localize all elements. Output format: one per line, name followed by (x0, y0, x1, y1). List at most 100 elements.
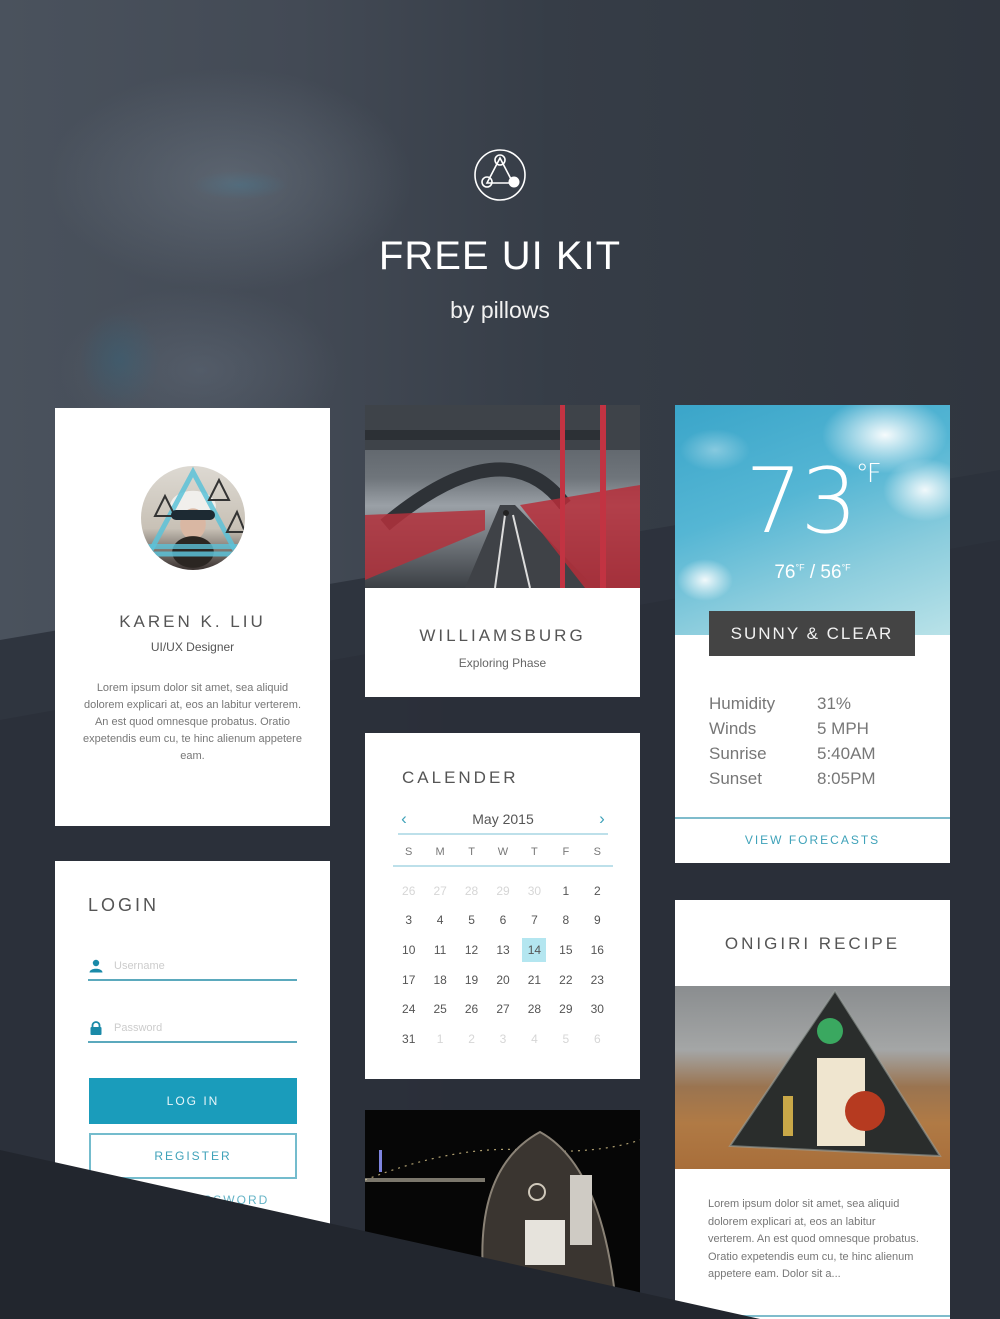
calendar-day[interactable]: 15 (550, 935, 581, 965)
bridge-photo (365, 405, 640, 588)
temperature-value: 73 (745, 449, 858, 554)
calendar-day[interactable]: 27 (424, 876, 455, 906)
weekday-label: W (497, 846, 509, 858)
profile-name: KAREN K. LIU (119, 612, 266, 631)
calendar-day[interactable]: 3 (487, 1024, 518, 1054)
stat-label: Sunrise (709, 743, 767, 763)
calendar-day[interactable]: 17 (393, 965, 424, 995)
chevron-right-icon[interactable]: › (596, 809, 608, 829)
calendar-day[interactable]: 23 (582, 965, 613, 995)
username-input[interactable] (114, 960, 284, 972)
calendar-day[interactable]: 8 (550, 906, 581, 936)
calendar-day[interactable]: 25 (424, 994, 455, 1024)
stat-value: 5:40AM (817, 743, 876, 763)
weather-condition-badge: SUNNY & CLEAR (709, 611, 915, 656)
low-temp-unit: °F (841, 562, 851, 573)
forgot-password-link[interactable]: FORGOT PASSWORD (55, 1193, 330, 1207)
calendar-day[interactable]: 30 (582, 994, 613, 1024)
page-header: FREE UI KIT by pillows (0, 148, 1000, 324)
calendar-day[interactable]: 1 (550, 876, 581, 906)
calendar-day[interactable]: 21 (519, 965, 550, 995)
recipe-body: Lorem ipsum dolor sit amet, sea aliquid … (708, 1198, 919, 1280)
location-title: WILLIAMSBURG (419, 626, 586, 645)
weather-stat-row: Humidity 31% (709, 691, 909, 716)
stat-label: Winds (709, 718, 757, 738)
calendar-day[interactable]: 26 (393, 876, 424, 906)
user-icon (89, 959, 103, 973)
calendar-day[interactable]: 29 (550, 994, 581, 1024)
recipe-divider (675, 1315, 950, 1317)
calendar-heading: CALENDER (402, 768, 519, 787)
calendar-day[interactable]: 2 (582, 876, 613, 906)
temperature-unit: °F (855, 459, 882, 489)
weather-card: 73°F 76°F / 56°F SUNNY & CLEAR Humidity 3… (675, 405, 950, 863)
low-temp: 56 (820, 562, 842, 583)
password-field[interactable] (88, 1015, 297, 1043)
calendar-day[interactable]: 2 (456, 1024, 487, 1054)
weather-divider (675, 817, 950, 819)
calendar-day[interactable]: 11 (424, 935, 455, 965)
calendar-day[interactable]: 4 (424, 906, 455, 936)
calendar-day[interactable]: 30 (519, 876, 550, 906)
onigiri-photo (675, 986, 950, 1169)
calendar-day[interactable]: 28 (519, 994, 550, 1024)
bridge-photo-illustration (365, 405, 640, 588)
calendar-day[interactable]: 5 (456, 906, 487, 936)
calendar-day[interactable]: 20 (487, 965, 518, 995)
triangle-circles-logo-icon (474, 149, 526, 201)
calendar-day[interactable]: 18 (424, 965, 455, 995)
calendar-day[interactable]: 12 (456, 935, 487, 965)
high-low-temperature: 76°F / 56°F (774, 562, 851, 583)
log-in-button[interactable]: LOG IN (89, 1078, 297, 1124)
weekday-label: S (405, 846, 413, 858)
login-card: LOGIN LOG IN REGISTER FORGOT PASSWORD (55, 861, 330, 1261)
chevron-left-icon[interactable]: ‹ (398, 809, 410, 829)
calendar-day[interactable]: 29 (487, 876, 518, 906)
calendar-day[interactable]: 5 (550, 1024, 581, 1054)
calendar-day[interactable]: 16 (582, 935, 613, 965)
onigiri-photo-illustration (728, 989, 942, 1158)
calendar-day[interactable]: 7 (519, 906, 550, 936)
weekday-label: T (468, 846, 475, 858)
calendar-day[interactable]: 19 (456, 965, 487, 995)
calendar-day[interactable]: 24 (393, 994, 424, 1024)
calendar-day[interactable]: 1 (424, 1024, 455, 1054)
register-button[interactable]: REGISTER (89, 1133, 297, 1179)
calendar-day[interactable]: 13 (487, 935, 518, 965)
weekday-label: T (531, 846, 538, 858)
calendar-day[interactable]: 6 (487, 906, 518, 936)
weather-stat-row: Sunrise 5:40AM (709, 741, 909, 766)
calendar-day[interactable]: 22 (550, 965, 581, 995)
calendar-day-selected[interactable]: 14 (522, 937, 547, 962)
location-card: WILLIAMSBURG Exploring Phase (365, 405, 640, 697)
weekday-label: F (562, 846, 570, 858)
recipe-heading: ONIGIRI RECIPE (724, 934, 901, 953)
night-photo-card (365, 1110, 640, 1295)
avatar[interactable] (140, 466, 245, 570)
calendar-day[interactable]: 31 (393, 1024, 424, 1054)
calendar-day[interactable]: 9 (582, 906, 613, 936)
recipe-card: ONIGIRI RECIPE Lorem ipsum dolor sit ame… (675, 900, 950, 1319)
calendar-day[interactable]: 3 (393, 906, 424, 936)
calendar-day[interactable]: 4 (519, 1024, 550, 1054)
calendar-month-nav: ‹ May 2015 › (398, 805, 608, 835)
calendar-month-label: May 2015 (472, 811, 534, 827)
password-input[interactable] (114, 1022, 284, 1034)
calendar-day[interactable]: 27 (487, 994, 518, 1024)
avatar-triangle-overlay-icon (140, 466, 245, 557)
weather-stats: Humidity 31% Winds 5 MPH Sunrise 5:40AM Sun… (709, 691, 909, 791)
calendar-day[interactable]: 10 (393, 935, 424, 965)
stat-label: Sunset (709, 768, 762, 788)
profile-role: UI/UX Designer (150, 640, 235, 654)
calendar-day[interactable]: 6 (582, 1024, 613, 1054)
high-temp-unit: °F (795, 562, 805, 573)
stat-value: 31% (817, 693, 852, 713)
view-forecasts-link[interactable]: VIEW FORECASTS (675, 833, 950, 847)
calendar-day[interactable]: 26 (456, 994, 487, 1024)
calendar-day[interactable]: 28 (456, 876, 487, 906)
profile-bio: Lorem ipsum dolor sit amet, sea aliquid … (83, 682, 302, 762)
login-heading: LOGIN (88, 895, 160, 915)
weather-stat-row: Winds 5 MPH (709, 716, 909, 741)
username-field[interactable] (88, 953, 297, 981)
weather-stat-row: Sunset 8:05PM (709, 766, 909, 791)
